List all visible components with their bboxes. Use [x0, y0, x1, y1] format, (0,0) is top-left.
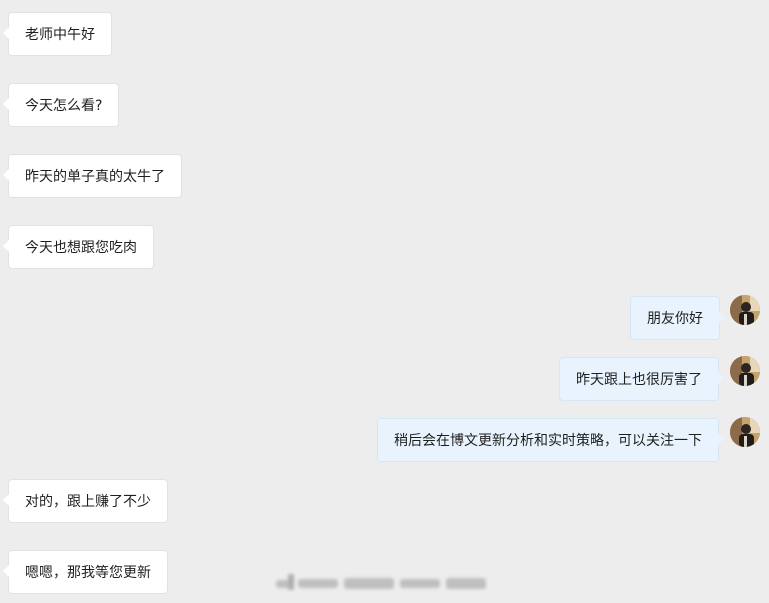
message-text: 朋友你好: [647, 311, 703, 327]
message-text: 昨天跟上也很厉害了: [576, 372, 702, 388]
avatar-image: [730, 295, 760, 325]
blurred-watermark: [270, 570, 495, 596]
incoming-message-bubble[interactable]: 今天怎么看?: [2, 83, 120, 127]
message-text: 对的，跟上赚了不少: [25, 494, 151, 510]
watermark-image: [276, 574, 486, 590]
outgoing-message-bubble[interactable]: 稍后会在博文更新分析和实时策略，可以关注一下: [377, 418, 724, 462]
outgoing-message-bubble[interactable]: 昨天跟上也很厉害了: [559, 357, 724, 401]
incoming-message-bubble[interactable]: 昨天的单子真的太牛了: [3, 154, 182, 198]
message-text: 嗯嗯，那我等您更新: [25, 565, 151, 581]
avatar-image: [730, 356, 760, 386]
message-text: 昨天的单子真的太牛了: [25, 169, 165, 185]
user-avatar-icon[interactable]: [730, 417, 760, 447]
incoming-message-bubble[interactable]: 对的，跟上赚了不少: [3, 479, 168, 523]
outgoing-message-bubble[interactable]: 朋友你好: [630, 296, 725, 340]
avatar-image: [730, 417, 760, 447]
user-avatar-icon[interactable]: [730, 356, 760, 386]
incoming-message-bubble[interactable]: 老师中午好: [3, 12, 112, 56]
message-text: 老师中午好: [25, 27, 95, 43]
incoming-message-bubble[interactable]: 嗯嗯，那我等您更新: [3, 550, 168, 594]
user-avatar-icon[interactable]: [730, 295, 760, 325]
message-text: 稍后会在博文更新分析和实时策略，可以关注一下: [394, 433, 702, 449]
message-text: 今天也想跟您吃肉: [25, 240, 137, 256]
message-text: 今天怎么看?: [25, 98, 103, 114]
chat-panel: 老师中午好 今天怎么看? 昨天的单子真的太牛了 今天也想跟您吃肉 朋友你好 昨天…: [0, 0, 769, 603]
incoming-message-bubble[interactable]: 今天也想跟您吃肉: [3, 225, 154, 269]
